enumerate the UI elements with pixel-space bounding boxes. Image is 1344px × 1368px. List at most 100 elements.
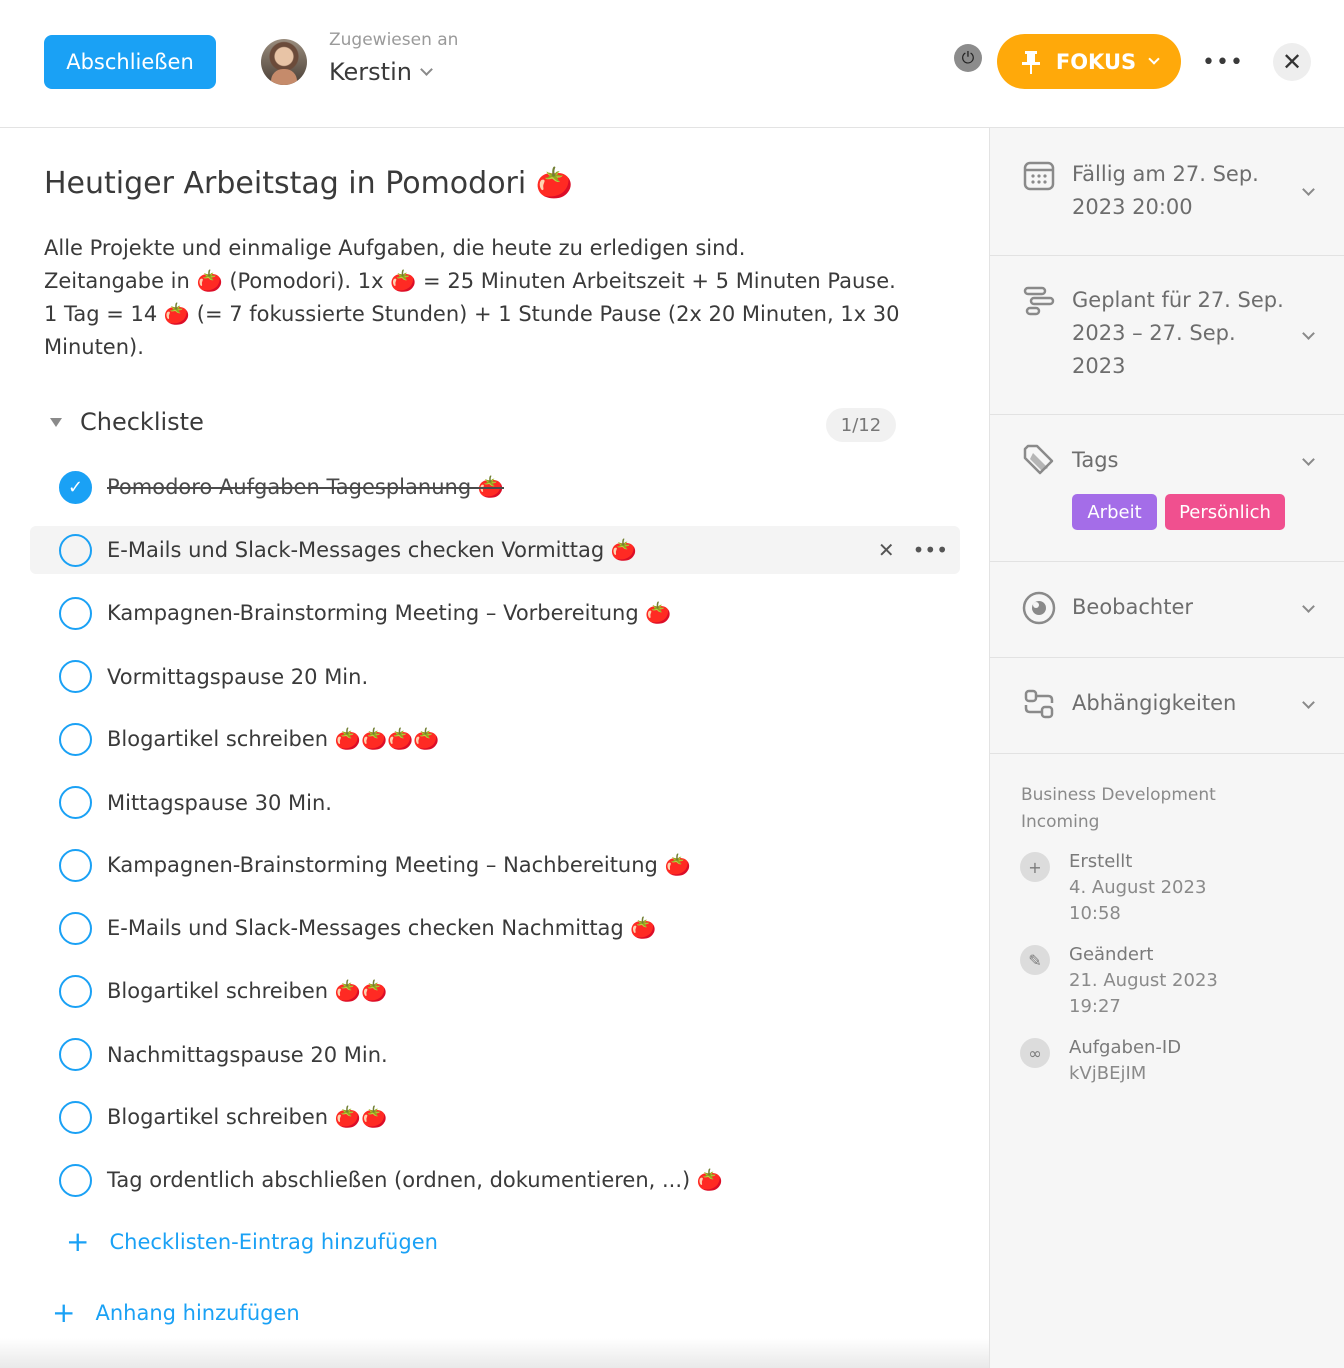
checklist-item-text[interactable]: Nachmittagspause 20 Min.	[107, 1043, 388, 1067]
task-sidebar: Fällig am 27. Sep. 2023 20:00 Geplant fü…	[989, 128, 1344, 1368]
more-options-icon[interactable]: •••	[913, 538, 948, 562]
chevron-down-icon[interactable]	[1302, 600, 1315, 613]
task-id-info[interactable]: Aufgaben-ID kVjBEjIM	[1069, 1035, 1181, 1087]
add-attachment-button[interactable]: + Anhang hinzufügen	[52, 1299, 300, 1327]
more-options-icon[interactable]: •••	[1202, 48, 1243, 76]
checkbox-icon[interactable]	[59, 1038, 92, 1071]
project-section: Incoming	[1021, 812, 1100, 832]
assignee-dropdown[interactable]: Kerstin	[329, 58, 433, 86]
checklist-item-text[interactable]: Blogartikel schreiben 🍅🍅	[107, 1105, 387, 1130]
checkbox-icon[interactable]	[59, 533, 92, 567]
collapse-triangle-icon	[50, 417, 62, 427]
checklist-item-text[interactable]: Pomodoro Aufgaben Tagesplanung 🍅	[107, 475, 504, 500]
checklist-item-text[interactable]: Kampagnen-Brainstorming Meeting – Vorber…	[107, 601, 672, 626]
checklist-item[interactable]: Kampagnen-Brainstorming Meeting – Vorber…	[30, 582, 960, 645]
checklist-item-text[interactable]: Vormittagspause 20 Min.	[107, 665, 368, 689]
description-line: 1 Tag = 14 🍅 (= 7 fokussierte Stunden) +…	[44, 302, 900, 359]
tag-label: Persönlich	[1179, 501, 1271, 523]
complete-button[interactable]: Abschließen	[44, 35, 216, 89]
project-info[interactable]: Business Development Incoming	[1021, 782, 1216, 836]
checkbox-icon[interactable]	[59, 786, 92, 819]
checklist-item[interactable]: ✓ Pomodoro Aufgaben Tagesplanung 🍅	[30, 456, 960, 519]
tags-label: Tags	[1072, 448, 1119, 472]
checkbox-icon[interactable]	[59, 660, 92, 693]
assigned-label: Zugewiesen an	[329, 30, 459, 50]
watchers-section[interactable]: Beobachter	[990, 562, 1344, 658]
link-icon: ∞	[1020, 1038, 1050, 1068]
checklist-item[interactable]: Tag ordentlich abschließen (ordnen, doku…	[30, 1149, 960, 1212]
checklist-item[interactable]: Mittagspause 30 Min.	[30, 771, 960, 834]
add-checklist-item-button[interactable]: + Checklisten-Eintrag hinzufügen	[66, 1228, 438, 1256]
chevron-down-icon	[420, 63, 433, 76]
checkbox-icon[interactable]	[59, 1164, 92, 1197]
dependencies-icon	[1024, 689, 1054, 719]
chevron-down-icon[interactable]	[1302, 453, 1315, 466]
checklist-item[interactable]: Vormittagspause 20 Min.	[30, 645, 960, 708]
created-plus-icon: +	[1020, 852, 1050, 882]
checklist-item[interactable]: Nachmittagspause 20 Min.	[30, 1023, 960, 1086]
checkbox-icon[interactable]	[59, 723, 92, 756]
planned-line: Geplant für 27. Sep.	[1072, 288, 1284, 312]
planned-text: Geplant für 27. Sep. 2023 – 27. Sep. 202…	[1072, 284, 1284, 383]
due-date-text: Fällig am 27. Sep. 2023 20:00	[1072, 158, 1259, 224]
checklist-item[interactable]: E-Mails und Slack-Messages checken Nachm…	[30, 897, 960, 960]
checklist-item-text[interactable]: Blogartikel schreiben 🍅🍅	[107, 979, 387, 1004]
checklist-item-text[interactable]: Tag ordentlich abschließen (ordnen, doku…	[107, 1168, 723, 1193]
checklist-item[interactable]: E-Mails und Slack-Messages checken Vormi…	[30, 526, 960, 574]
plus-icon: +	[66, 1225, 90, 1258]
checkbox-icon[interactable]	[59, 849, 92, 882]
planned-line: 2023	[1072, 354, 1126, 378]
checklist-item-text[interactable]: Kampagnen-Brainstorming Meeting – Nachbe…	[107, 853, 691, 878]
checklist-item-text[interactable]: Blogartikel schreiben 🍅🍅🍅🍅	[107, 727, 439, 752]
eye-icon	[1022, 591, 1056, 625]
chevron-down-icon[interactable]	[1302, 183, 1315, 196]
created-label: Erstellt	[1069, 851, 1133, 872]
delete-icon[interactable]: ✕	[878, 538, 895, 562]
checklist-item[interactable]: Blogartikel schreiben 🍅🍅	[30, 1086, 960, 1149]
task-title[interactable]: Heutiger Arbeitstag in Pomodori 🍅	[44, 166, 573, 201]
checklist-item-text[interactable]: E-Mails und Slack-Messages checken Nachm…	[107, 916, 657, 941]
checkbox-icon[interactable]	[59, 912, 92, 945]
task-id-label: Aufgaben-ID	[1069, 1037, 1182, 1058]
tag-chip[interactable]: Persönlich	[1165, 494, 1285, 530]
checklist-item[interactable]: Blogartikel schreiben 🍅🍅🍅🍅	[30, 708, 960, 771]
tag-icon	[1023, 444, 1054, 475]
add-checklist-item-label: Checklisten-Eintrag hinzufügen	[109, 1230, 438, 1254]
checklist-title: Checkliste	[80, 408, 204, 436]
description-line: Zeitangabe in 🍅 (Pomodori). 1x 🍅 = 25 Mi…	[44, 269, 896, 293]
modified-time: 19:27	[1069, 996, 1121, 1017]
modified-info: Geändert 21. August 2023 19:27	[1069, 942, 1218, 1020]
power-icon[interactable]: ⏻	[954, 44, 982, 72]
pin-icon	[1021, 50, 1040, 74]
watchers-label: Beobachter	[1072, 595, 1194, 619]
chevron-down-icon	[1148, 53, 1160, 65]
checklist-item-text[interactable]: Mittagspause 30 Min.	[107, 791, 332, 815]
assignee-name: Kerstin	[329, 58, 412, 86]
checklist-item[interactable]: Kampagnen-Brainstorming Meeting – Nachbe…	[30, 834, 960, 897]
chevron-down-icon[interactable]	[1302, 696, 1315, 709]
tag-chip[interactable]: Arbeit	[1072, 494, 1157, 530]
checklist-item[interactable]: Blogartikel schreiben 🍅🍅	[30, 960, 960, 1023]
task-description[interactable]: Alle Projekte und einmalige Aufgaben, di…	[44, 232, 924, 364]
project-name: Business Development	[1021, 785, 1216, 805]
planned-line: 2023 – 27. Sep.	[1072, 321, 1236, 345]
chevron-down-icon[interactable]	[1302, 327, 1315, 340]
checklist-toggle[interactable]: Checkliste	[50, 408, 204, 436]
calendar-icon	[1023, 161, 1055, 191]
checkbox-icon[interactable]	[59, 975, 92, 1008]
checklist-item-text[interactable]: E-Mails und Slack-Messages checken Vormi…	[107, 538, 637, 563]
checkbox-icon[interactable]	[59, 1101, 92, 1134]
focus-label: FOKUS	[1055, 49, 1137, 74]
checkbox-icon[interactable]	[59, 597, 92, 630]
dependencies-section[interactable]: Abhängigkeiten	[990, 658, 1344, 754]
close-button[interactable]: ✕	[1273, 43, 1311, 81]
focus-button[interactable]: FOKUS	[997, 34, 1181, 89]
tags-section[interactable]: Tags Arbeit Persönlich	[990, 415, 1344, 562]
checked-checkbox-icon[interactable]: ✓	[59, 471, 92, 504]
avatar[interactable]	[261, 39, 307, 85]
description-line: Alle Projekte und einmalige Aufgaben, di…	[44, 236, 746, 260]
dependencies-label: Abhängigkeiten	[1072, 691, 1237, 715]
planned-section[interactable]: Geplant für 27. Sep. 2023 – 27. Sep. 202…	[990, 256, 1344, 415]
created-time: 10:58	[1069, 903, 1121, 924]
due-date-section[interactable]: Fällig am 27. Sep. 2023 20:00	[990, 128, 1344, 256]
